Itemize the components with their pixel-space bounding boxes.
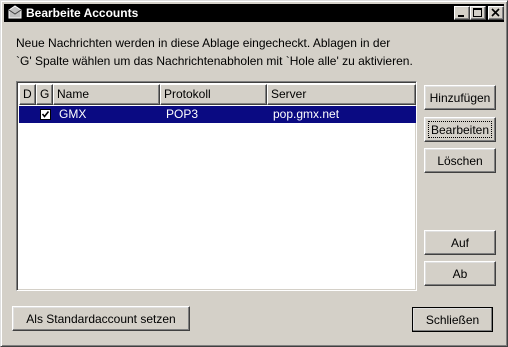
delete-button[interactable]: Löschen: [424, 148, 496, 173]
minimize-icon: [458, 15, 464, 17]
window-title: Bearbeite Accounts: [26, 6, 139, 20]
close-dialog-button[interactable]: Schließen: [412, 307, 493, 332]
maximize-button[interactable]: [470, 6, 486, 20]
move-up-button[interactable]: Auf: [424, 230, 496, 255]
row-d-cell: [19, 106, 36, 123]
title-bar[interactable]: Bearbeite Accounts: [4, 4, 504, 22]
close-icon: [491, 8, 500, 17]
info-text: Neue Nachrichten werden in diese Ablage …: [16, 34, 496, 70]
checkmark-icon: [41, 111, 50, 118]
add-button[interactable]: Hinzufügen: [424, 85, 496, 110]
fetch-all-checkbox[interactable]: [40, 109, 51, 120]
column-header-name[interactable]: Name: [53, 84, 160, 105]
info-line-1: Neue Nachrichten werden in diese Ablage …: [16, 36, 391, 50]
row-server-cell: pop.gmx.net: [273, 107, 340, 121]
maximize-icon: [473, 8, 482, 17]
move-down-button[interactable]: Ab: [424, 261, 496, 286]
column-header-server[interactable]: Server: [267, 84, 416, 105]
accounts-dialog: Bearbeite Accounts Neue Nachrichten werd…: [0, 0, 508, 347]
accounts-list[interactable]: D G Name Protokoll Server GMX POP3 pop.g…: [16, 81, 417, 291]
set-default-account-button[interactable]: Als Standardaccount setzen: [12, 306, 190, 331]
row-protocol-cell: POP3: [166, 107, 199, 121]
column-header-protocol[interactable]: Protokoll: [160, 84, 267, 105]
list-header: D G Name Protokoll Server: [19, 84, 416, 105]
info-line-2: `G' Spalte wählen um das Nachrichtenabho…: [16, 54, 413, 68]
edit-button[interactable]: Bearbeiten: [424, 117, 496, 142]
minimize-button[interactable]: [454, 6, 470, 20]
table-row[interactable]: GMX POP3 pop.gmx.net: [19, 106, 416, 123]
close-button[interactable]: [488, 6, 504, 20]
column-header-g[interactable]: G: [36, 84, 53, 105]
row-name-cell: GMX: [59, 107, 87, 121]
column-header-d[interactable]: D: [19, 84, 36, 105]
mail-app-icon: [7, 5, 23, 21]
